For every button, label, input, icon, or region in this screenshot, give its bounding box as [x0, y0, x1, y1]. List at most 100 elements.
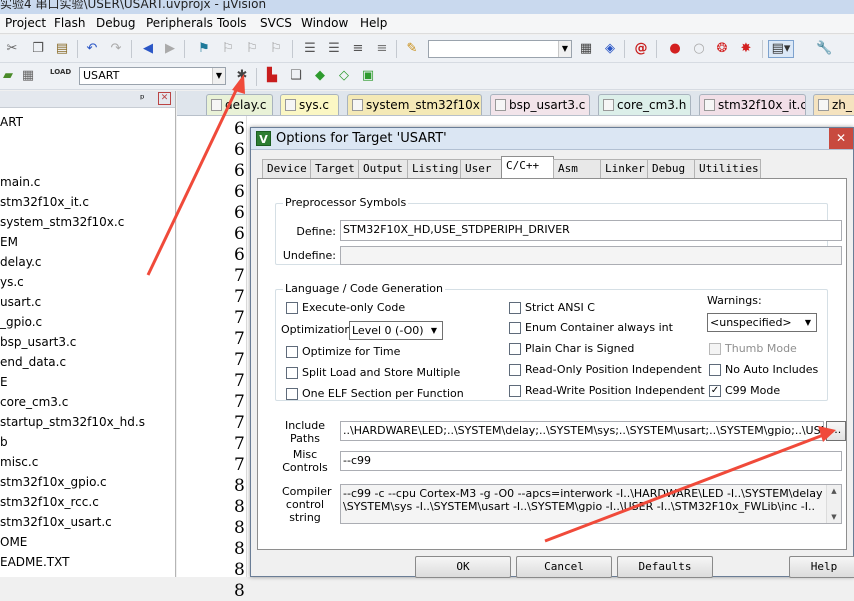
- options-for-target-icon[interactable]: ✱: [234, 68, 250, 84]
- debug-session-icon[interactable]: @: [633, 41, 649, 57]
- define-input[interactable]: STM32F10X_HD,USE_STDPERIPH_DRIVER: [340, 220, 842, 241]
- configure-wrench-icon[interactable]: 🔧: [816, 41, 832, 57]
- load-download-icon[interactable]: LOAD: [50, 68, 71, 84]
- rwpi-checkbox[interactable]: [509, 385, 521, 397]
- execute-only-checkbox[interactable]: [286, 302, 298, 314]
- project-tree-item[interactable]: stm32f10x_usart.c: [0, 512, 112, 532]
- breakpoint-kill-all-icon[interactable]: ✸: [738, 41, 754, 57]
- project-tree-item[interactable]: EADME.TXT: [0, 552, 69, 572]
- tab-debug[interactable]: Debug: [647, 159, 695, 178]
- misc-controls-input[interactable]: --c99: [340, 451, 842, 471]
- tab-bsp-usart3-c[interactable]: bsp_usart3.c: [490, 94, 590, 115]
- optimization-select[interactable]: Level 0 (-O0) ▼: [349, 321, 443, 340]
- split-load-checkbox[interactable]: [286, 367, 298, 379]
- chevron-down-icon[interactable]: ▼: [212, 68, 225, 84]
- tab-cc[interactable]: C/C++: [501, 156, 554, 179]
- undo-icon[interactable]: ↶: [84, 41, 100, 57]
- menu-tools[interactable]: Tools: [217, 16, 247, 30]
- comment-icon[interactable]: ≡: [350, 41, 366, 57]
- cut-icon[interactable]: ✂: [4, 41, 20, 57]
- menu-svcs[interactable]: SVCS: [260, 16, 292, 30]
- manage-project-items-icon[interactable]: ▙: [264, 68, 280, 84]
- defaults-button[interactable]: Defaults: [617, 556, 713, 578]
- breakpoint-insert-icon[interactable]: ●: [667, 41, 683, 57]
- batch-build-icon[interactable]: ▦: [20, 68, 36, 84]
- tab-target[interactable]: Target: [310, 159, 359, 178]
- optimize-time-checkbox[interactable]: [286, 346, 298, 358]
- project-tree-item[interactable]: E: [0, 372, 8, 392]
- cancel-button[interactable]: Cancel: [516, 556, 612, 578]
- pack-installer-icon[interactable]: ◇: [336, 68, 352, 84]
- bookmark-icon[interactable]: ⚑: [196, 41, 212, 57]
- translate-icon[interactable]: ▰: [0, 68, 16, 84]
- find-combo[interactable]: ▼: [428, 40, 572, 58]
- tab-asm[interactable]: Asm: [553, 159, 601, 178]
- redo-icon[interactable]: ↷: [108, 41, 124, 57]
- project-tree-item[interactable]: system_stm32f10x.c: [0, 212, 124, 232]
- incremental-find-icon[interactable]: ▦: [578, 41, 594, 57]
- tab-listing[interactable]: Listing: [407, 159, 461, 178]
- thumb-mode-checkbox[interactable]: [709, 343, 721, 355]
- chevron-down-icon[interactable]: ▼: [558, 41, 571, 57]
- bookmark-prev-icon[interactable]: ⚐: [220, 41, 236, 57]
- project-tree-item[interactable]: stm32f10x_it.c: [0, 192, 89, 212]
- breakpoint-disable-icon[interactable]: ○: [691, 41, 707, 57]
- tab-core-cm3-h[interactable]: core_cm3.h: [598, 94, 691, 115]
- close-icon[interactable]: ✕: [158, 92, 171, 105]
- tab-output[interactable]: Output: [358, 159, 408, 178]
- find-in-files-icon[interactable]: ✎: [404, 41, 420, 57]
- close-icon[interactable]: ✕: [829, 128, 853, 149]
- c99-mode-checkbox[interactable]: ✓: [709, 385, 721, 397]
- nav-forward-icon[interactable]: ▶: [162, 41, 178, 57]
- menu-debug[interactable]: Debug: [96, 16, 135, 30]
- compiler-string-scrollbar[interactable]: ▲ ▼: [826, 485, 841, 523]
- manage-rte-icon[interactable]: ◆: [312, 68, 328, 84]
- project-tree-item[interactable]: bsp_usart3.c: [0, 332, 76, 352]
- tab-linker[interactable]: Linker: [600, 159, 648, 178]
- menu-help[interactable]: Help: [360, 16, 387, 30]
- project-tree-item[interactable]: stm32f10x_rcc.c: [0, 492, 99, 512]
- find-icon[interactable]: ◈: [602, 41, 618, 57]
- warnings-select[interactable]: <unspecified> ▼: [707, 313, 817, 332]
- tab-device[interactable]: Device: [262, 159, 311, 178]
- tab-system-stm32f10x-c[interactable]: system_stm32f10x.c: [347, 94, 482, 115]
- include-paths-browse-button[interactable]: ...: [826, 421, 846, 441]
- project-tree-item[interactable]: delay.c: [0, 252, 42, 272]
- tab-sys-c[interactable]: sys.c: [280, 94, 339, 115]
- unindent-icon[interactable]: ☰: [326, 41, 342, 57]
- paste-icon[interactable]: ▤: [54, 41, 70, 57]
- menu-peripherals[interactable]: Peripherals: [146, 16, 213, 30]
- plain-char-checkbox[interactable]: [509, 343, 521, 355]
- copy-icon[interactable]: ❐: [30, 41, 46, 57]
- enum-container-checkbox[interactable]: [509, 322, 521, 334]
- select-packs-icon[interactable]: ❑: [288, 68, 304, 84]
- one-elf-checkbox[interactable]: [286, 388, 298, 400]
- window-layout-icon[interactable]: ▤▾: [768, 40, 794, 58]
- project-tree-item[interactable]: startup_stm32f10x_hd.s: [0, 412, 145, 432]
- project-tree-item[interactable]: OME: [0, 532, 27, 552]
- project-tree-item[interactable]: main.c: [0, 172, 40, 192]
- menu-window[interactable]: Window: [301, 16, 348, 30]
- project-tree-item[interactable]: ys.c: [0, 272, 24, 292]
- help-button[interactable]: Help: [789, 556, 854, 578]
- tab-stm32f10x-it-c[interactable]: stm32f10x_it.c: [699, 94, 806, 115]
- include-paths-input[interactable]: ..\HARDWARE\LED;..\SYSTEM\delay;..\SYSTE…: [340, 421, 824, 441]
- project-tree-item[interactable]: core_cm3.c: [0, 392, 68, 412]
- project-tree-item[interactable]: ART: [0, 112, 23, 132]
- ropi-checkbox[interactable]: [509, 364, 521, 376]
- menu-flash[interactable]: Flash: [54, 16, 85, 30]
- no-auto-includes-checkbox[interactable]: [709, 364, 721, 376]
- project-tree-item[interactable]: misc.c: [0, 452, 38, 472]
- project-tree-item[interactable]: usart.c: [0, 292, 41, 312]
- compiler-control-string[interactable]: --c99 -c --cpu Cortex-M3 -g -O0 --apcs=i…: [340, 484, 842, 524]
- undefine-input[interactable]: [340, 246, 842, 265]
- project-tree-item[interactable]: end_data.c: [0, 352, 66, 372]
- strict-ansi-checkbox[interactable]: [509, 302, 521, 314]
- tab-utilities[interactable]: Utilities: [694, 159, 761, 178]
- nav-back-icon[interactable]: ◀: [140, 41, 156, 57]
- pin-icon[interactable]: ᵖ: [140, 92, 145, 105]
- target-select[interactable]: USART ▼: [79, 67, 226, 85]
- tab-delay-c[interactable]: delay.c: [206, 94, 273, 115]
- menu-project[interactable]: Project: [5, 16, 46, 30]
- indent-icon[interactable]: ☰: [302, 41, 318, 57]
